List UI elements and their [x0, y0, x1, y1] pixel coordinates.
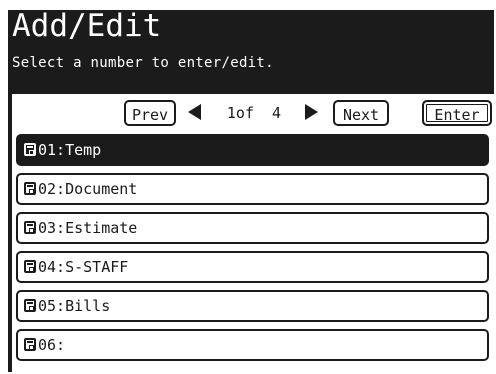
list-item-label: 05:Bills: [38, 297, 111, 315]
folder-icon: [24, 299, 36, 312]
list-item[interactable]: 04:S-STAFF: [16, 251, 489, 283]
list-item-label: 01:Temp: [38, 141, 102, 159]
screen-frame: Add/Edit Select a number to enter/edit. …: [8, 8, 494, 372]
arrow-left-icon: [188, 104, 201, 120]
list-item-label: 04:S-STAFF: [38, 258, 129, 276]
list-item-label: 02:Document: [38, 180, 138, 198]
list-item[interactable]: 06:: [16, 329, 489, 361]
folder-icon: [24, 182, 36, 195]
prev-button[interactable]: Prev: [124, 100, 176, 126]
content-panel: Prev 1of 4 Next Enter 01:Temp 02:Documen…: [12, 94, 494, 372]
list-item[interactable]: 01:Temp: [16, 134, 489, 166]
page-subtitle: Select a number to enter/edit.: [12, 55, 274, 71]
pagination-bar: Prev 1of 4 Next Enter: [12, 94, 494, 130]
folder-icon: [24, 143, 36, 156]
enter-button[interactable]: Enter: [422, 100, 492, 126]
next-button[interactable]: Next: [333, 100, 389, 126]
list-item[interactable]: 03:Estimate: [16, 212, 489, 244]
list-item[interactable]: 05:Bills: [16, 290, 489, 322]
page-indicator: 1of 4: [226, 104, 282, 122]
folder-icon: [24, 221, 36, 234]
list-item-label: 03:Estimate: [38, 219, 138, 237]
list-item[interactable]: 02:Document: [16, 173, 489, 205]
list-item-label: 06:: [38, 336, 66, 354]
header: Add/Edit Select a number to enter/edit.: [8, 8, 494, 90]
page-title: Add/Edit: [12, 8, 162, 44]
arrow-right-icon: [305, 104, 318, 120]
folder-icon: [24, 260, 36, 273]
folder-icon: [24, 338, 36, 351]
